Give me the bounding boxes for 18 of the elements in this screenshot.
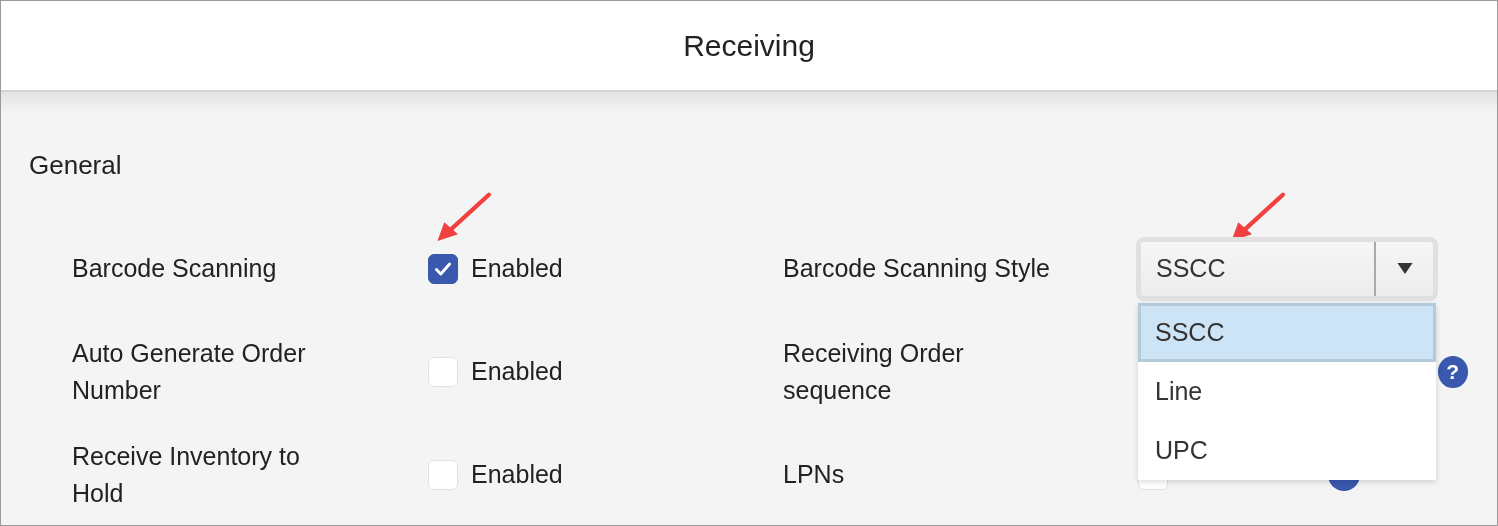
help-icon[interactable]: ? [1437,355,1468,388]
setting-label: Receiving Order sequence [783,337,965,406]
window-title: Receiving [683,28,815,63]
setting-label: Barcode Scanning Style [783,253,1051,284]
dropdown-option[interactable]: Line [1138,361,1436,421]
checkbox-label: Enabled [471,460,563,489]
section-title: General [29,150,123,181]
dropdown-option[interactable]: UPC [1138,420,1436,480]
dropdown[interactable]: SSCC [1136,236,1438,301]
setting-label: Barcode Scanning [72,253,278,284]
setting-label: Receive Inventory to Hold [72,440,301,509]
checkbox-label: Enabled [471,357,563,386]
dropdown-option[interactable]: SSCC [1138,302,1436,362]
checkbox-label: Enabled [471,254,563,283]
setting-label: Auto Generate Order Number [72,337,307,406]
setting-label: LPNs [783,459,846,490]
dropdown-value: SSCC [1155,254,1227,283]
checkbox[interactable] [428,253,458,284]
